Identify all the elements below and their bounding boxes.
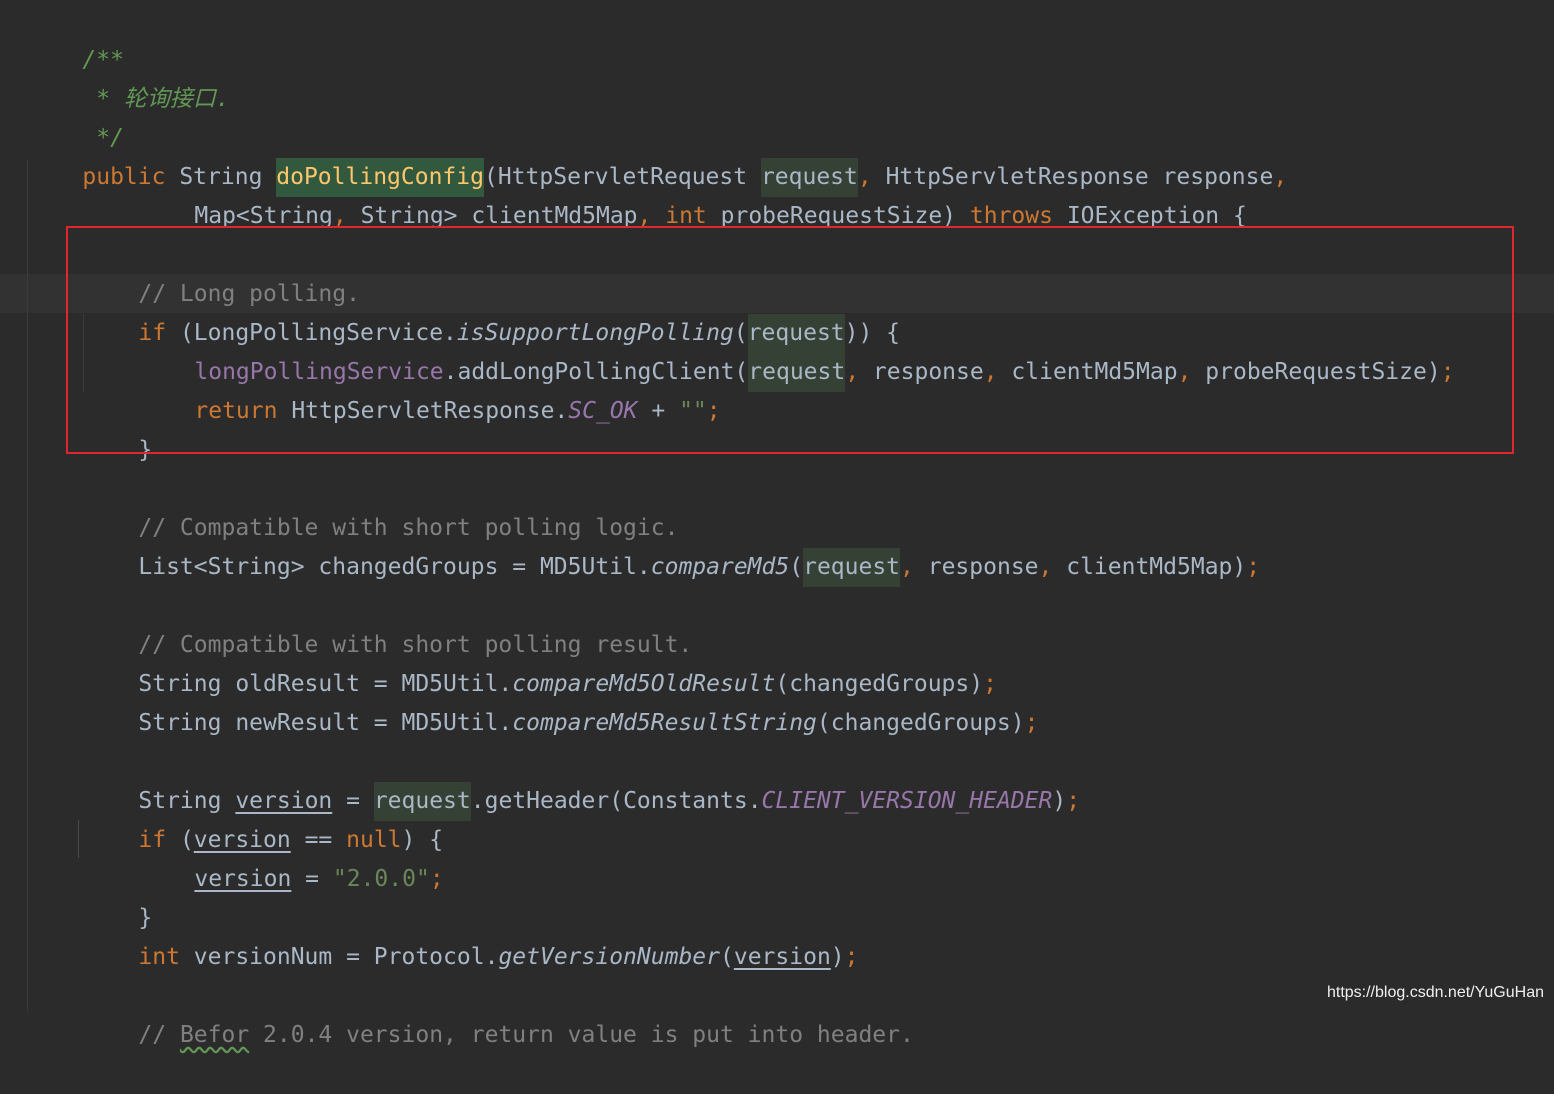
code-line-version-decl: String version = request.getHeader(Const… xyxy=(83,743,1080,821)
static-method-call[interactable]: compareMd5ResultString xyxy=(512,704,817,743)
code-line-compat-result-comment: // Compatible with short polling result. xyxy=(83,587,692,658)
var-version[interactable]: version xyxy=(194,860,291,899)
code-line-doc-open: /** xyxy=(27,2,124,73)
static-field-client-version-header[interactable]: CLIENT_VERSION_HEADER xyxy=(762,782,1053,821)
paren-close: ) xyxy=(1052,788,1067,814)
code-line-version-if: if (version == null) { xyxy=(83,782,443,853)
paren-close: ) xyxy=(830,944,845,970)
semicolon: ; xyxy=(429,866,444,892)
arg-response: response xyxy=(913,554,1039,580)
arg-client-md5-map: clientMd5Map) xyxy=(1052,554,1247,580)
comma: , xyxy=(1038,554,1053,580)
static-method-call[interactable]: getVersionNumber xyxy=(498,938,720,977)
comma: , xyxy=(1273,164,1288,190)
code-line-old-result: String oldResult = MD5Util.compareMd5Old… xyxy=(83,626,997,697)
typo-word-befor[interactable]: Befor xyxy=(180,1016,249,1055)
semicolon: ; xyxy=(1024,710,1039,736)
declaration: String newResult = MD5Util. xyxy=(138,710,513,736)
code-line-changed-groups: List<String> changedGroups = MD5Util.com… xyxy=(83,509,1260,587)
code-line-doc-desc: * 轮询接口. xyxy=(27,41,230,112)
code-line-befor-comment: // Befor 2.0.4 version, return value is … xyxy=(83,977,913,1048)
keyword-int: int xyxy=(138,944,180,970)
semicolon: ; xyxy=(1246,554,1261,580)
method-call: .getHeader(Constants. xyxy=(470,788,762,814)
static-method-call[interactable]: compareMd5 xyxy=(651,548,789,587)
semicolon: ; xyxy=(844,944,859,970)
code-line-signature-1: public String doPollingConfig(HttpServle… xyxy=(27,119,1287,197)
code-line-version-num: int versionNum = Protocol.getVersionNumb… xyxy=(83,899,858,970)
string-literal: "2.0.0" xyxy=(332,866,430,892)
declaration: versionNum = Protocol. xyxy=(179,944,499,970)
code-line-doc-close: */ xyxy=(27,80,124,151)
code-line-compat-logic-comment: // Compatible with short polling logic. xyxy=(83,470,678,541)
var-version[interactable]: version xyxy=(734,938,831,977)
code-line-version-assign: version = "2.0.0"; xyxy=(139,821,443,892)
watermark-url: https://blog.csdn.net/YuGuHan xyxy=(1326,984,1544,1001)
code-editor[interactable]: /** * 轮询接口. */ public String doPollingCo… xyxy=(0,0,1554,1048)
paren: ( xyxy=(720,944,734,970)
comma: , xyxy=(900,554,914,580)
code-line-version-if-close: } xyxy=(83,860,152,931)
param-request-usage[interactable]: request xyxy=(803,548,901,587)
code-line-new-result: String newResult = MD5Util.compareMd5Res… xyxy=(83,665,1038,736)
line-comment-prefix: // xyxy=(138,1022,180,1048)
code-line-signature-2: Map<String, String> clientMd5Map, int pr… xyxy=(139,158,1246,229)
annotation-highlight-box xyxy=(66,226,1514,454)
declaration: List<String> changedGroups = MD5Util. xyxy=(138,554,651,580)
paren: ( xyxy=(789,554,804,580)
semicolon: ; xyxy=(1066,788,1081,814)
indent-guide-version-if xyxy=(78,820,79,858)
line-comment: 2.0.4 version, return value is put into … xyxy=(249,1022,914,1048)
operator-assign: = xyxy=(291,866,333,892)
args: (changedGroups) xyxy=(816,710,1025,736)
indent-guide-method xyxy=(27,160,28,1011)
